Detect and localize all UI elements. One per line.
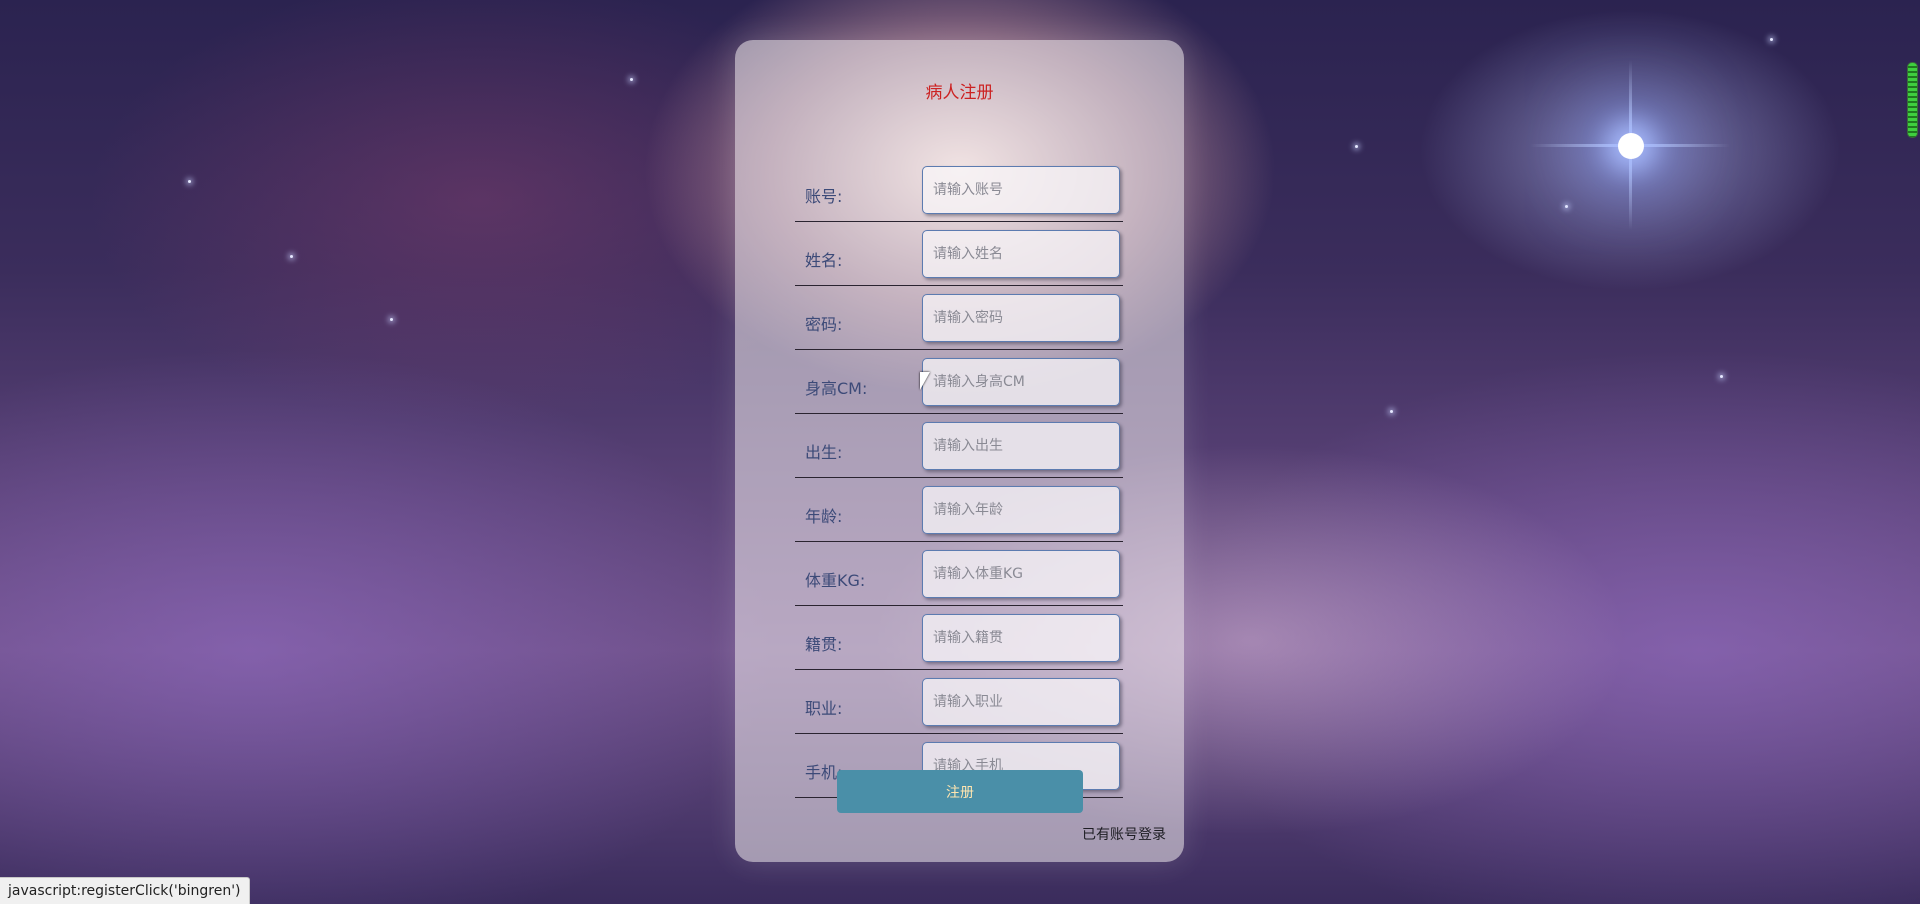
form-field-row: 籍贯: xyxy=(795,613,1123,670)
scroll-indicator-icon xyxy=(1907,62,1918,138)
star-decoration xyxy=(390,318,393,321)
form-field-row: 体重KG: xyxy=(795,549,1123,606)
register-button[interactable]: 注册 xyxy=(837,770,1083,813)
star-decoration xyxy=(630,78,633,81)
bright-star xyxy=(1618,133,1644,159)
star-decoration xyxy=(1390,410,1393,413)
field-input[interactable] xyxy=(922,550,1120,598)
field-label: 出生: xyxy=(805,443,843,462)
star-flare xyxy=(1629,60,1632,230)
star-decoration xyxy=(1355,145,1358,148)
field-label: 账号: xyxy=(805,187,843,206)
field-input[interactable] xyxy=(922,614,1120,662)
mouse-cursor-icon xyxy=(920,372,930,390)
star-decoration xyxy=(1565,205,1568,208)
form-field-row: 身高CM: xyxy=(795,357,1123,414)
field-input[interactable] xyxy=(922,166,1120,214)
form-field-row: 出生: xyxy=(795,421,1123,478)
field-input[interactable] xyxy=(922,230,1120,278)
form-field-row: 姓名: xyxy=(795,229,1123,286)
field-label: 姓名: xyxy=(805,251,843,270)
form-field-row: 职业: xyxy=(795,677,1123,734)
star-decoration xyxy=(188,180,191,183)
register-card: 病人注册 账号:姓名:密码:身高CM:出生:年龄:体重KG:籍贯:职业:手机: … xyxy=(735,40,1184,862)
field-label: 身高CM: xyxy=(805,379,868,398)
star-decoration xyxy=(290,255,293,258)
field-label: 籍贯: xyxy=(805,635,843,654)
field-input[interactable] xyxy=(922,294,1120,342)
form-field-row: 年龄: xyxy=(795,485,1123,542)
field-input[interactable] xyxy=(922,486,1120,534)
field-label: 职业: xyxy=(805,699,843,718)
field-label: 密码: xyxy=(805,315,843,334)
form-field-row: 密码: xyxy=(795,293,1123,350)
field-input[interactable] xyxy=(922,422,1120,470)
star-decoration xyxy=(1770,38,1773,41)
page-title: 病人注册 xyxy=(925,83,994,103)
login-link[interactable]: 已有账号登录 xyxy=(1082,824,1166,844)
field-input[interactable] xyxy=(922,678,1120,726)
form-field-row: 账号: xyxy=(795,165,1123,222)
field-label: 体重KG: xyxy=(805,571,866,590)
field-label: 年龄: xyxy=(805,507,843,526)
field-input[interactable] xyxy=(922,358,1120,406)
status-bar-url: javascript:registerClick('bingren') xyxy=(0,877,250,904)
star-decoration xyxy=(1720,375,1723,378)
star-flare xyxy=(1530,144,1730,147)
